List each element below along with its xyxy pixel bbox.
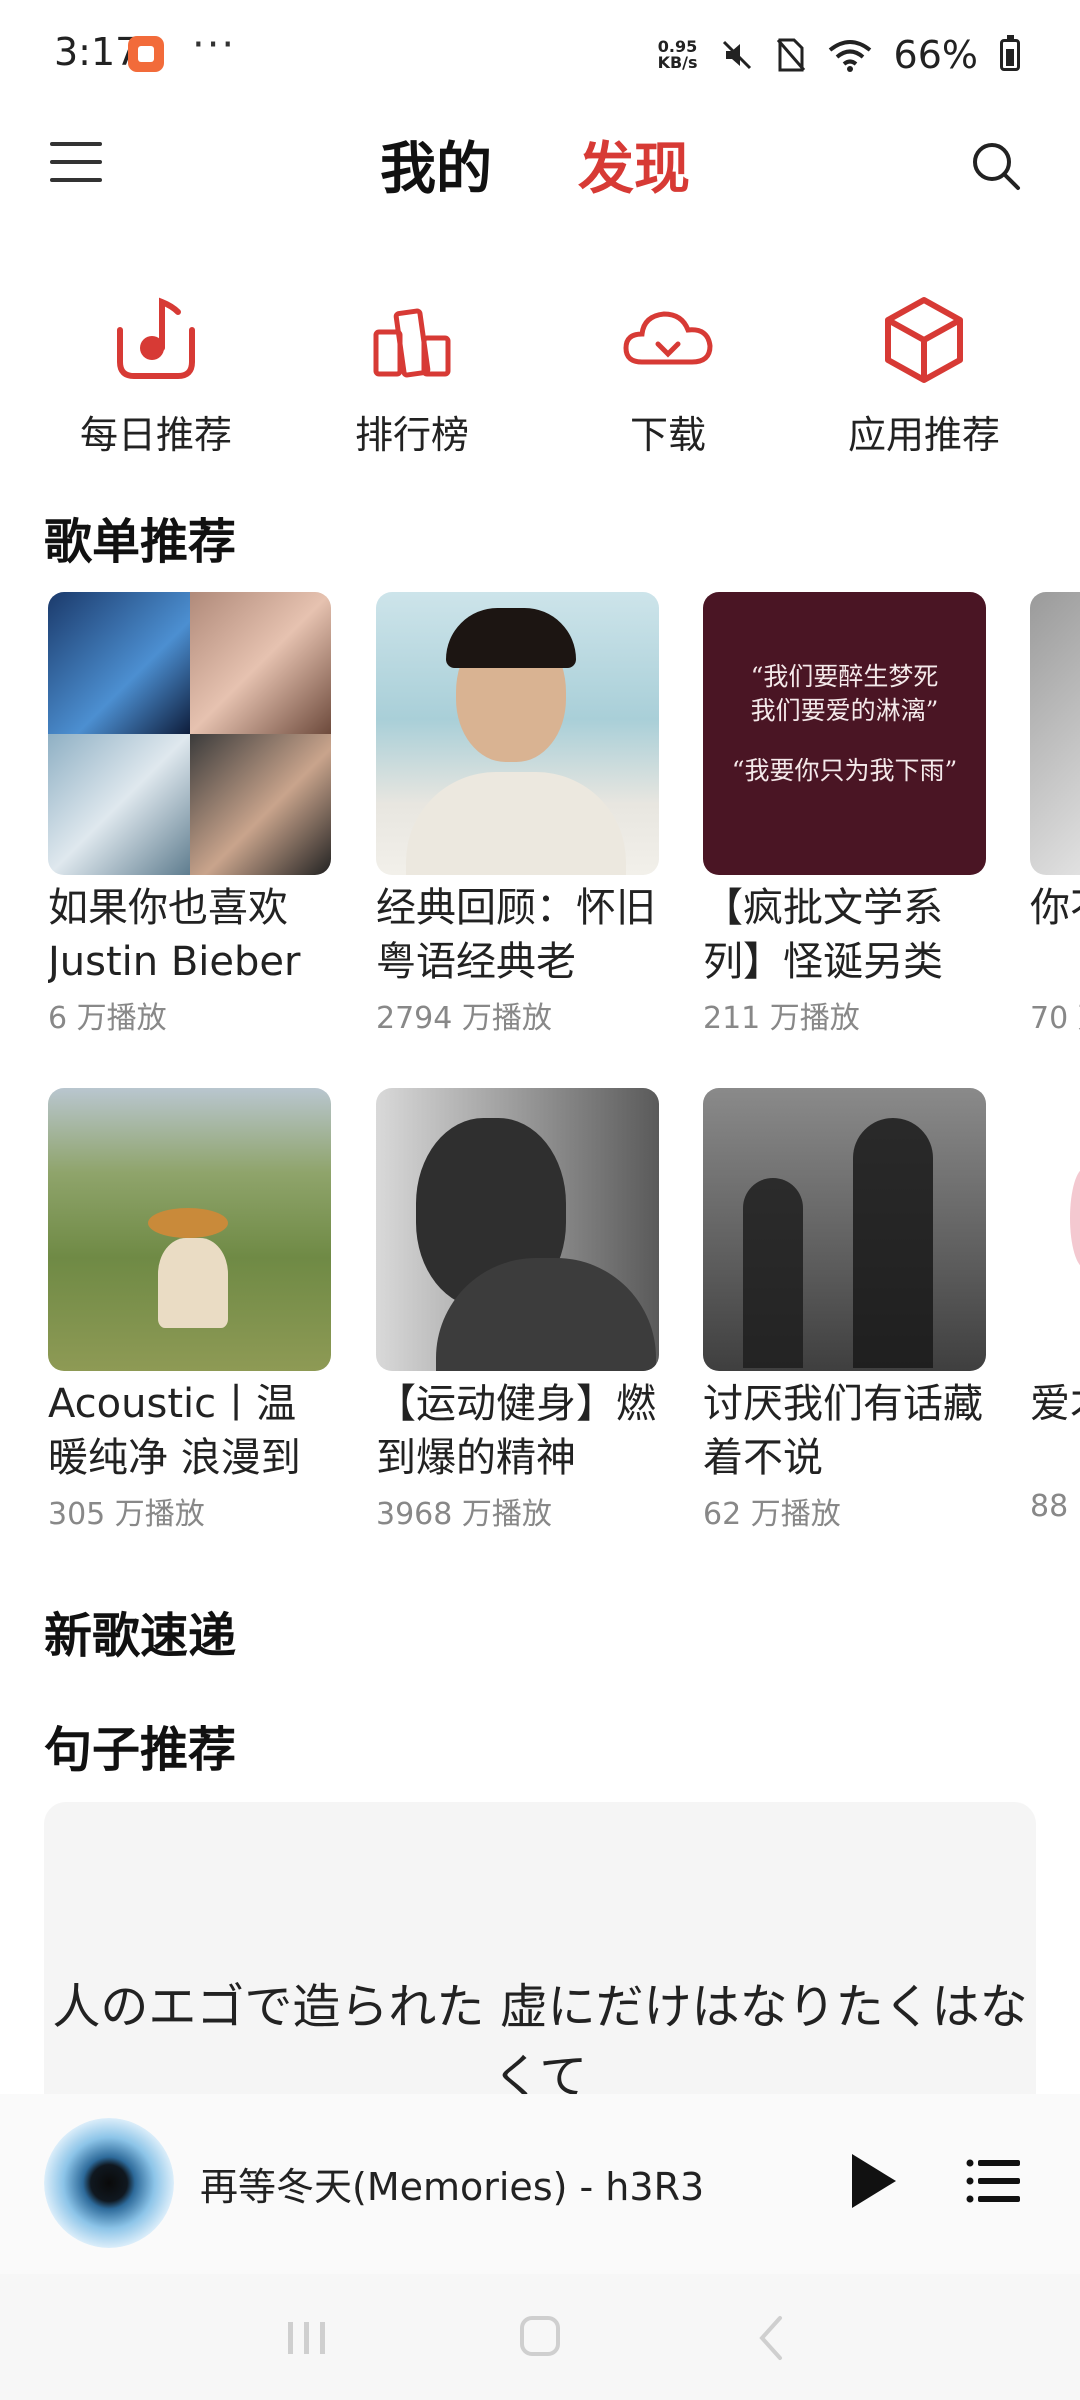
playlist-card[interactable]: 你不也不 70 万 xyxy=(1030,592,1080,1037)
quick-entry-label: 应用推荐 xyxy=(847,413,1000,457)
daily-recommend-button[interactable]: 每日推荐 xyxy=(46,290,266,459)
playlist-card[interactable]: Acoustic丨温暖纯净 浪漫到 305 万播放 xyxy=(48,1088,333,1533)
download-button[interactable]: 下载 xyxy=(558,290,778,459)
music-note-icon xyxy=(117,297,195,379)
playlist-card[interactable]: 如果你也喜欢 Justin Bieber 6 万播放 xyxy=(48,592,333,1037)
status-indicators: 0.95 KB/s 66% xyxy=(658,32,1020,78)
playlist-cover xyxy=(1030,1088,1080,1371)
playlist-title: 【运动健身】燃到爆的精神 xyxy=(376,1381,656,1481)
app-recommend-button[interactable]: 应用推荐 xyxy=(814,290,1034,459)
playlist-icon[interactable] xyxy=(966,2156,1020,2206)
playlist-play-count: 305 万播放 xyxy=(48,1497,205,1532)
sentence-card[interactable]: 人のエゴで造られた 虚にだけはなりたくはなくて xyxy=(44,1802,1036,2132)
recent-apps-icon[interactable] xyxy=(282,2318,332,2358)
playlist-title: Acoustic丨温暖纯净 浪漫到 xyxy=(48,1381,301,1481)
playlist-card[interactable]: 讨厌我们有话藏着不说 62 万播放 xyxy=(703,1088,988,1533)
more-notifications-icon: ··· xyxy=(192,22,237,68)
playlist-title: 【疯批文学系列】怪诞另类 xyxy=(703,885,943,985)
playlist-play-count: 3968 万播放 xyxy=(376,1497,552,1532)
quick-entries: 每日推荐 排行榜 下载 应用推荐 xyxy=(0,290,1080,457)
now-playing-title: 再等冬天(Memories) - h3R3 xyxy=(200,2165,705,2209)
playlist-title: 爱才解口 xyxy=(1030,1381,1080,1427)
cover-quote-line: “我们要醉生梦死 xyxy=(750,662,939,691)
playlist-title: 讨厌我们有话藏着不说 xyxy=(703,1381,983,1481)
cover-quote-line: “我要你只为我下雨” xyxy=(731,756,958,785)
playlist-card[interactable]: 【运动健身】燃到爆的精神 3968 万播放 xyxy=(376,1088,661,1533)
mute-icon xyxy=(722,40,751,70)
quick-entry-label: 排行榜 xyxy=(354,413,469,457)
menu-icon[interactable] xyxy=(50,142,102,186)
wifi-icon xyxy=(828,40,871,72)
playlist-card[interactable]: 爱才解口 88 xyxy=(1030,1088,1080,1524)
playlist-cover xyxy=(376,592,659,875)
sentence-text: 人のエゴで造られた 虚にだけはなりたくはなくて xyxy=(52,1979,1028,2105)
battery-icon xyxy=(1000,35,1020,71)
section-title-new-songs: 新歌速递 xyxy=(44,1608,237,1664)
playlist-cover xyxy=(1030,592,1080,875)
playlist-title: 你不也不 xyxy=(1030,885,1080,931)
app-notification-icon xyxy=(128,36,164,72)
tab-mine[interactable]: 我的 xyxy=(380,124,492,205)
playlist-cover xyxy=(376,1088,659,1371)
section-title-playlists: 歌单推荐 xyxy=(44,514,237,570)
cover-quote-line: 我们要爱的淋漓” xyxy=(750,696,939,725)
back-icon[interactable] xyxy=(752,2314,792,2362)
network-speed-unit: KB/s xyxy=(657,53,698,72)
playlist-cover xyxy=(48,1088,331,1371)
playlist-cover xyxy=(48,592,331,875)
playlist-title: 经典回顾：怀旧粤语经典老 xyxy=(376,885,656,985)
playlist-card[interactable]: “我们要醉生梦死 我们要爱的淋漓” “我要你只为我下雨” 【疯批文学系列】怪诞另… xyxy=(703,592,988,1037)
podium-icon xyxy=(373,308,451,378)
status-bar: 3:17 ··· 0.95 KB/s 66% xyxy=(0,0,1080,110)
playlist-cover: “我们要醉生梦死 我们要爱的淋漓” “我要你只为我下雨” xyxy=(703,592,986,875)
status-time: 3:17 xyxy=(54,30,140,74)
playlist-play-count: 62 万播放 xyxy=(703,1497,841,1532)
mini-player[interactable]: 再等冬天(Memories) - h3R3 xyxy=(0,2094,1080,2274)
playlist-cover xyxy=(703,1088,986,1371)
home-icon[interactable] xyxy=(520,2316,560,2356)
tab-discover[interactable]: 发现 xyxy=(578,124,690,205)
cloud-download-icon xyxy=(623,311,713,365)
top-header: 我的 发现 xyxy=(0,120,1080,220)
playlist-play-count: 211 万播放 xyxy=(703,1001,860,1036)
playlist-play-count: 88 xyxy=(1030,1489,1069,1524)
cube-icon xyxy=(885,297,963,383)
battery-percent: 66% xyxy=(893,33,978,77)
quick-entry-label: 下载 xyxy=(629,413,706,457)
quick-entry-label: 每日推荐 xyxy=(79,413,232,457)
charts-button[interactable]: 排行榜 xyxy=(302,290,522,459)
playlist-play-count: 2794 万播放 xyxy=(376,1001,552,1036)
playlist-title: 如果你也喜欢 Justin Bieber xyxy=(48,885,301,985)
playlist-play-count: 6 万播放 xyxy=(48,1001,167,1036)
search-icon[interactable] xyxy=(966,136,1026,196)
network-speed: 0.95 KB/s xyxy=(658,39,698,71)
section-title-sentences: 句子推荐 xyxy=(44,1722,237,1778)
playlist-play-count: 70 万 xyxy=(1030,1001,1080,1036)
playlist-card[interactable]: 经典回顾：怀旧粤语经典老 2794 万播放 xyxy=(376,592,661,1037)
system-nav-bar xyxy=(0,2274,1080,2400)
no-sim-icon xyxy=(776,38,805,72)
play-icon[interactable] xyxy=(848,2152,898,2210)
album-cover xyxy=(44,2118,174,2248)
